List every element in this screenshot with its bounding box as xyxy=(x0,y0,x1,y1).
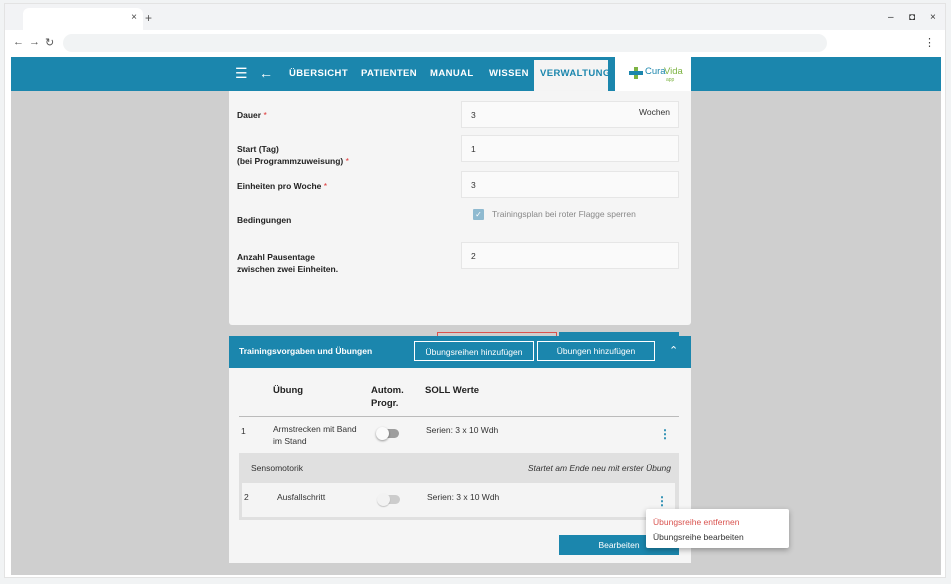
nav-item-verwaltung-label: VERWALTUNG xyxy=(540,68,611,79)
bedingungen-label: Bedingungen xyxy=(237,215,292,225)
required-mark: * xyxy=(263,110,267,120)
nav-item-patienten[interactable]: PATIENTEN xyxy=(361,68,417,79)
add-exercises-button[interactable]: Übungen hinzufügen xyxy=(537,341,655,361)
start-value: 1 xyxy=(471,144,476,154)
exercise-name-line1: Armstrecken mit Band xyxy=(273,424,357,434)
column-header-autom: Autom. Progr. xyxy=(371,384,404,410)
auto-progression-toggle[interactable] xyxy=(376,427,399,440)
einheiten-field[interactable]: 3 xyxy=(461,171,679,198)
dauer-label-text: Dauer xyxy=(237,110,262,120)
top-navigation: ☰ ← ÜBERSICHT PATIENTEN MANUAL WISSEN VE… xyxy=(11,57,941,91)
table-row: 2 Ausfallschritt Serien: 3 x 10 Wdh ⋮ xyxy=(242,483,675,517)
start-label: Start (Tag) (bei Programmzuweisung) * xyxy=(237,143,349,167)
browser-menu-icon[interactable]: ⋮ xyxy=(924,36,935,49)
red-flag-checkbox[interactable]: ✓ xyxy=(473,209,484,220)
remove-series-menu-item[interactable]: Übungsreihe entfernen xyxy=(653,517,739,527)
address-bar-row: ← → ↻ ⋮ xyxy=(5,30,945,56)
pause-value: 2 xyxy=(471,251,476,261)
add-series-button[interactable]: Übungsreihen hinzufügen xyxy=(414,341,534,361)
row-number: 1 xyxy=(241,426,246,436)
nav-back-icon[interactable]: ← xyxy=(259,66,273,80)
column-header-autom-line2: Progr. xyxy=(371,398,399,409)
soll-values: Serien: 3 x 10 Wdh xyxy=(427,492,500,502)
column-header-autom-line1: Autom. xyxy=(371,385,404,396)
minimize-icon[interactable]: – xyxy=(888,12,894,23)
logo-text-cura: Cura xyxy=(645,66,666,77)
start-field[interactable]: 1 xyxy=(461,135,679,162)
table-header-divider xyxy=(239,416,679,417)
soll-values: Serien: 3 x 10 Wdh xyxy=(426,425,499,435)
start-label-line2-text: (bei Programmzuweisung) xyxy=(237,156,344,166)
browser-tab[interactable]: × xyxy=(23,8,143,30)
plan-settings-card: Dauer * 3 Wochen Start (Tag) (bei Progra… xyxy=(229,91,691,352)
new-tab-icon[interactable]: + xyxy=(145,11,152,25)
series-name: Sensomotorik xyxy=(251,463,303,473)
exercise-name-line2: im Stand xyxy=(273,436,307,446)
hamburger-menu-icon[interactable]: ☰ xyxy=(235,66,248,80)
exercises-card-title: Trainingsvorgaben und Übungen xyxy=(239,346,373,356)
required-mark: * xyxy=(345,156,349,166)
einheiten-label-text: Einheiten pro Woche xyxy=(237,181,322,191)
edit-series-menu-item[interactable]: Übungsreihe bearbeiten xyxy=(653,532,744,542)
nav-item-manual[interactable]: MANUAL xyxy=(430,68,474,79)
series-menu-icon[interactable]: ⋮ xyxy=(656,495,668,507)
restore-icon[interactable]: ◘ xyxy=(909,12,915,23)
pause-label-line1: Anzahl Pausentage xyxy=(237,252,315,262)
logo-text-vida: Vida xyxy=(664,66,683,77)
auto-progression-toggle[interactable] xyxy=(377,493,400,506)
dauer-unit: Wochen xyxy=(638,107,670,117)
exercises-card: Trainingsvorgaben und Übungen Übungsreih… xyxy=(229,336,691,563)
tab-strip: × + – ◘ × xyxy=(5,4,945,30)
toggle-knob xyxy=(376,427,389,440)
app-viewport: ☰ ← ÜBERSICHT PATIENTEN MANUAL WISSEN VE… xyxy=(11,57,941,575)
exercise-series-group: Sensomotorik Startet am Ende neu mit ers… xyxy=(239,453,679,520)
pause-field[interactable]: 2 xyxy=(461,242,679,269)
exercise-name: Armstrecken mit Band im Stand xyxy=(273,423,357,447)
pause-label: Anzahl Pausentage zwischen zwei Einheite… xyxy=(237,251,338,275)
medical-cross-icon xyxy=(629,67,643,79)
series-note: Startet am Ende neu mit erster Übung xyxy=(527,463,671,473)
start-label-line2: (bei Programmzuweisung) * xyxy=(237,155,349,167)
exercise-name: Ausfallschritt xyxy=(277,492,326,502)
column-header-uebung: Übung xyxy=(273,385,304,396)
reload-icon[interactable]: ↻ xyxy=(45,36,54,49)
close-tab-icon[interactable]: × xyxy=(131,12,137,23)
dauer-field[interactable]: 3 Wochen xyxy=(461,101,679,128)
collapse-icon[interactable]: ⌃ xyxy=(669,344,678,357)
forward-icon[interactable]: → xyxy=(29,36,40,48)
pause-label-line2: zwischen zwei Einheiten. xyxy=(237,264,339,274)
einheiten-label: Einheiten pro Woche * xyxy=(237,180,327,192)
nav-item-wissen[interactable]: WISSEN xyxy=(489,68,529,79)
einheiten-value: 3 xyxy=(471,180,476,190)
curavida-logo[interactable]: Cura Vida app xyxy=(615,57,691,91)
exercises-card-header[interactable]: Trainingsvorgaben und Übungen Übungsreih… xyxy=(229,336,691,368)
start-label-line1: Start (Tag) xyxy=(237,144,279,154)
browser-window: × + – ◘ × ← → ↻ ⋮ ☰ ← ÜBERSICHT PATIENTE… xyxy=(4,3,946,578)
back-icon[interactable]: ← xyxy=(13,36,24,48)
logo-text-sub: app xyxy=(666,77,675,83)
close-window-icon[interactable]: × xyxy=(930,12,936,23)
row-menu-icon[interactable]: ⋮ xyxy=(659,428,671,440)
toggle-knob xyxy=(377,493,390,506)
series-context-menu: Übungsreihe entfernen Übungsreihe bearbe… xyxy=(646,509,789,548)
column-header-soll: SOLL Werte xyxy=(425,385,480,396)
required-mark: * xyxy=(323,181,328,191)
red-flag-checkbox-label: Trainingsplan bei roter Flagge sperren xyxy=(492,209,636,219)
row-number: 2 xyxy=(244,492,249,502)
nav-item-verwaltung[interactable]: VERWALTUNG xyxy=(534,60,611,91)
dauer-label: Dauer * xyxy=(237,109,267,121)
nav-item-uebersicht[interactable]: ÜBERSICHT xyxy=(289,68,348,79)
dauer-value: 3 xyxy=(471,110,476,120)
url-input[interactable] xyxy=(63,34,827,52)
